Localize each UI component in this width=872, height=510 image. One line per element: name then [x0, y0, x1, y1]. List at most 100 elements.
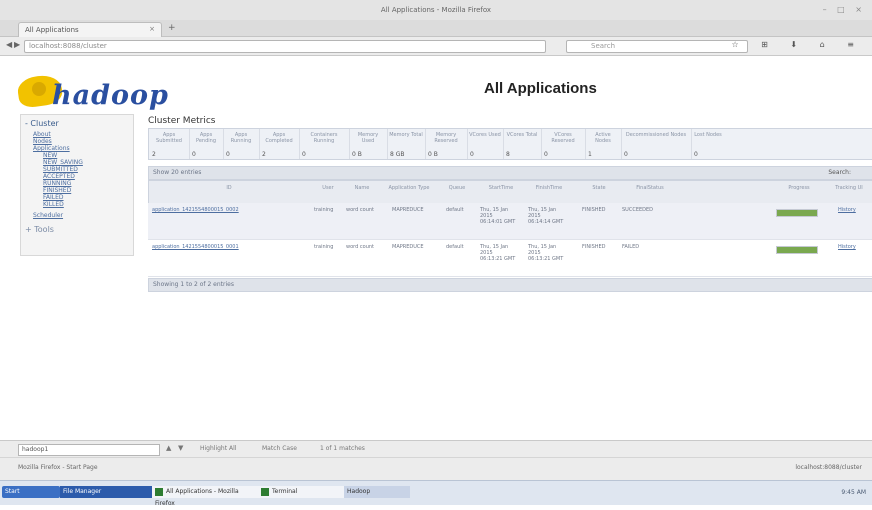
metric-header: Lost Nodes [694, 132, 722, 138]
find-prev-button[interactable]: ▲ [166, 444, 171, 452]
metric-col: Memory Total 8 GB [387, 129, 426, 159]
cell-finish-time: Thu, 15 Jan 2015 06:14:14 GMT [528, 207, 564, 225]
navigation-bar: ◀ ▶ localhost:8088/cluster Search ☆ ⊞ ⬇ … [0, 37, 872, 56]
header-final-status[interactable]: FinalStatus [623, 185, 677, 191]
tab-label: All Applications [25, 26, 79, 34]
toolbar-icons[interactable]: ☆ ⊞ ⬇ ⌂ ≡ [731, 40, 864, 49]
sidebar-link-new[interactable]: NEW [43, 152, 57, 159]
cell-queue: default [446, 207, 464, 213]
url-bar[interactable]: localhost:8088/cluster [24, 40, 546, 53]
new-tab-button[interactable]: + [168, 23, 176, 33]
sidebar-link-running[interactable]: RUNNING [43, 180, 71, 187]
header-id[interactable]: ID [209, 185, 249, 191]
metric-header: VCores Total [506, 132, 538, 138]
search-bar[interactable]: Search [566, 40, 748, 53]
header-progress[interactable]: Progress [777, 185, 821, 191]
sidebar-link-new-saving[interactable]: NEW_SAVING [43, 159, 83, 166]
metric-col: Apps Completed 2 [259, 129, 300, 159]
metric-header: Apps Pending [196, 132, 216, 144]
metric-value: 2 [152, 151, 156, 158]
header-user[interactable]: User [315, 185, 341, 191]
cell-state: FINISHED [582, 244, 606, 250]
header-queue[interactable]: Queue [439, 185, 475, 191]
metric-value: 2 [262, 151, 266, 158]
find-bar: hadoop1 ▲ ▼ Highlight All Match Case 1 o… [0, 440, 872, 457]
metric-col: Lost Nodes 0 [691, 129, 725, 159]
find-input[interactable]: hadoop1 [18, 444, 160, 456]
system-tray-clock[interactable]: 9:45 AM [841, 489, 866, 496]
tab-close-icon[interactable]: × [149, 25, 155, 33]
sidebar-link-scheduler[interactable]: Scheduler [33, 212, 63, 219]
cell-id[interactable]: application_1421554800015_0001 [152, 244, 239, 250]
back-button[interactable]: ◀ [6, 40, 12, 49]
highlight-all-checkbox[interactable]: Highlight All [200, 445, 236, 452]
taskbar-item[interactable]: Terminal [258, 486, 344, 498]
page-title: All Applications [484, 80, 597, 97]
cell-final-status: FAILED [622, 244, 640, 250]
metric-header: Active Nodes [595, 132, 611, 144]
tab-all-applications[interactable]: All Applications × [18, 22, 162, 37]
cell-tracking-link[interactable]: History [838, 244, 856, 250]
table-header: ID User Name Application Type Queue Star… [148, 180, 872, 204]
header-application-type[interactable]: Application Type [385, 185, 433, 191]
metric-value: 0 B [352, 151, 362, 158]
cell-tracking-link[interactable]: History [838, 207, 856, 213]
sidebar-link-killed[interactable]: KILLED [43, 201, 64, 208]
sidebar-tools-heading[interactable]: + Tools [25, 225, 54, 234]
search-placeholder: Search [591, 42, 616, 50]
cell-user: training [314, 244, 334, 250]
taskbar-item[interactable]: All Applications - Mozilla Firefox [152, 486, 258, 507]
metric-header: Apps Running [230, 132, 252, 144]
status-left: Mozilla Firefox - Start Page [18, 464, 98, 471]
sidebar-link-finished[interactable]: FINISHED [43, 187, 71, 194]
metric-value: 8 [506, 151, 510, 158]
metric-col: Active Nodes 1 [585, 129, 622, 159]
sidebar-link-failed[interactable]: FAILED [43, 194, 64, 201]
header-state[interactable]: State [583, 185, 615, 191]
sidebar-link-about[interactable]: About [33, 131, 51, 138]
taskbar-item[interactable]: Hadoop [344, 486, 410, 498]
header-finish-time[interactable]: FinishTime [525, 185, 573, 191]
window-controls[interactable]: – □ × [823, 5, 866, 14]
sidebar-link-nodes[interactable]: Nodes [33, 138, 52, 145]
taskbar-item[interactable]: File Manager [60, 486, 152, 498]
metric-col: Memory Reserved 0 B [425, 129, 468, 159]
metric-col: Decommissioned Nodes 0 [621, 129, 692, 159]
match-case-checkbox[interactable]: Match Case [262, 445, 297, 452]
find-input-value: hadoop1 [22, 446, 49, 453]
cell-type: MAPREDUCE [392, 207, 424, 213]
metric-col: VCores Used 0 [467, 129, 504, 159]
metric-header: Decommissioned Nodes [625, 132, 687, 138]
sidebar-cluster-heading[interactable]: - Cluster [25, 119, 59, 128]
cell-queue: default [446, 244, 464, 250]
window-titlebar: All Applications - Mozilla Firefox – □ × [0, 0, 872, 21]
table-controls: Show 20 entries Search: [148, 166, 872, 180]
metric-col: Memory Used 0 B [349, 129, 388, 159]
metric-value: 1 [588, 151, 592, 158]
find-next-button[interactable]: ▼ [178, 444, 183, 452]
header-name[interactable]: Name [347, 185, 377, 191]
sidebar-link-submitted[interactable]: SUBMITTED [43, 166, 78, 173]
metric-value: 0 B [428, 151, 438, 158]
metric-value: 0 [694, 151, 698, 158]
progress-fill [777, 247, 817, 253]
cluster-metrics-title: Cluster Metrics [148, 116, 216, 126]
header-start-time[interactable]: StartTime [479, 185, 523, 191]
metric-value: 0 [470, 151, 474, 158]
logo-text: hadoop [52, 80, 169, 111]
forward-button[interactable]: ▶ [14, 40, 20, 49]
header-tracking-ui[interactable]: Tracking UI [829, 185, 869, 191]
metric-value: 0 [302, 151, 306, 158]
firefox-icon [155, 487, 163, 496]
progress-bar [776, 246, 818, 254]
cell-id[interactable]: application_1421554800015_0002 [152, 207, 239, 213]
metric-header: Apps Submitted [156, 132, 182, 144]
show-entries-select[interactable]: Show 20 entries [153, 169, 201, 176]
window-title: All Applications - Mozilla Firefox [380, 6, 492, 14]
table-search-label[interactable]: Search: [828, 169, 851, 176]
hadoop-logo[interactable]: hadoop [16, 73, 218, 114]
metric-value: 8 GB [390, 151, 405, 158]
sidebar-link-accepted[interactable]: ACCEPTED [43, 173, 75, 180]
start-button[interactable]: Start [2, 486, 60, 498]
sidebar-link-applications[interactable]: Applications [33, 145, 70, 152]
